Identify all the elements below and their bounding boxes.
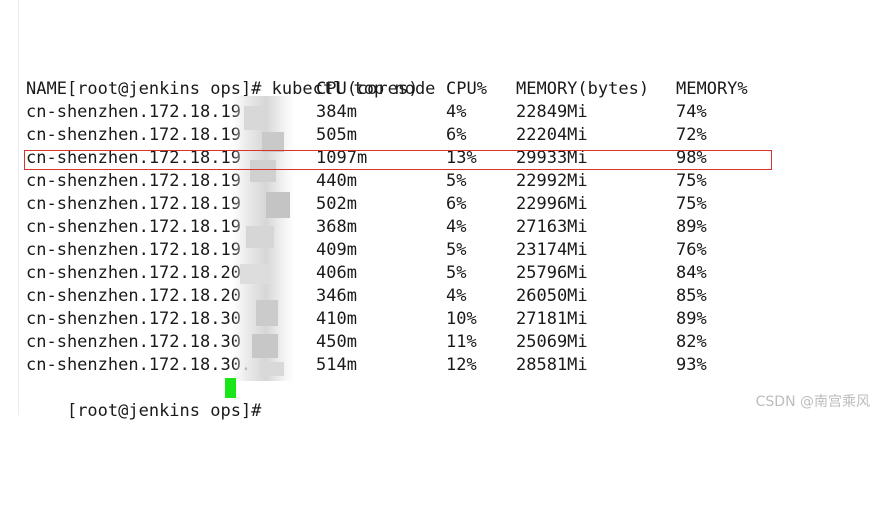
header-cpu-percent: CPU% [446, 79, 487, 99]
table-row: cn-shenzhen.172.18.19 409m 5% 23174Mi 76… [26, 239, 866, 262]
memory-bytes: 27163Mi [516, 217, 588, 237]
cpu-cores: 450m [316, 332, 357, 352]
terminal-window[interactable]: [root@jenkins ops]# kubectl top node NAM… [18, 0, 879, 421]
memory-bytes: 23174Mi [516, 240, 588, 260]
memory-bytes: 22849Mi [516, 102, 588, 122]
cpu-percent: 6% [446, 194, 467, 214]
table-row: cn-shenzhen.172.18.19 505m 6% 22204Mi 72… [26, 124, 866, 147]
memory-percent: 89% [676, 309, 707, 329]
header-cpu-cores: CPU(cores) [316, 79, 419, 99]
cpu-cores: 409m [316, 240, 357, 260]
memory-percent: 75% [676, 171, 707, 191]
header-memory-bytes: MEMORY(bytes) [516, 79, 650, 99]
cpu-percent: 4% [446, 286, 467, 306]
memory-bytes: 28581Mi [516, 355, 588, 375]
memory-bytes: 26050Mi [516, 286, 588, 306]
cpu-cores: 410m [316, 309, 357, 329]
node-name: cn-shenzhen.172.18.19 [26, 102, 241, 122]
memory-percent: 72% [676, 125, 707, 145]
memory-bytes: 27181Mi [516, 309, 588, 329]
node-name: cn-shenzhen.172.18.19 [26, 240, 241, 260]
header-memory-percent: MEMORY% [676, 79, 748, 99]
cpu-cores: 502m [316, 194, 357, 214]
table-row: cn-shenzhen.172.18.30 410m 10% 27181Mi 8… [26, 308, 866, 331]
watermark: CSDN @南宫乘风 [755, 394, 870, 410]
cpu-percent: 5% [446, 263, 467, 283]
cpu-cores: 346m [316, 286, 357, 306]
node-name: cn-shenzhen.172.18.20 [26, 263, 241, 283]
table-row: cn-shenzhen.172.18.20 346m 4% 26050Mi 85… [26, 285, 866, 308]
node-name: cn-shenzhen.172.18.30 [26, 309, 241, 329]
node-name: cn-shenzhen.172.18.19 [26, 217, 241, 237]
memory-bytes: 25069Mi [516, 332, 588, 352]
memory-percent: 84% [676, 263, 707, 283]
memory-bytes: 22204Mi [516, 125, 588, 145]
table-row: cn-shenzhen.172.18.19 502m 6% 22996Mi 75… [26, 193, 866, 216]
memory-percent: 85% [676, 286, 707, 306]
cpu-percent: 4% [446, 217, 467, 237]
cpu-percent: 4% [446, 102, 467, 122]
cpu-cores: 440m [316, 171, 357, 191]
cpu-cores: 384m [316, 102, 357, 122]
command-line: [root@jenkins ops]# kubectl top node [26, 55, 435, 99]
cpu-cores: 406m [316, 263, 357, 283]
node-name: cn-shenzhen.172.18.20 [26, 286, 241, 306]
memory-bytes: 22996Mi [516, 194, 588, 214]
table-row: cn-shenzhen.172.18.20 406m 5% 25796Mi 84… [26, 262, 866, 285]
terminal-cursor[interactable] [225, 378, 236, 398]
cpu-percent: 12% [446, 355, 477, 375]
cpu-percent: 5% [446, 240, 467, 260]
cpu-percent: 5% [446, 171, 467, 191]
node-name: cn-shenzhen.172.18.19 [26, 194, 241, 214]
table-header: NAME CPU(cores) CPU% MEMORY(bytes) MEMOR… [26, 78, 866, 101]
table-row: cn-shenzhen.172.18.19 368m 4% 27163Mi 89… [26, 216, 866, 239]
memory-percent: 82% [676, 332, 707, 352]
cpu-cores: 514m [316, 355, 357, 375]
table-row: cn-shenzhen.172.18.30 450m 11% 25069Mi 8… [26, 331, 866, 354]
node-name: cn-shenzhen.172.18.30. [26, 355, 252, 375]
node-name: cn-shenzhen.172.18.19 [26, 125, 241, 145]
table-row: cn-shenzhen.172.18.30. 514m 12% 28581Mi … [26, 354, 866, 377]
cpu-percent: 11% [446, 332, 477, 352]
memory-bytes: 22992Mi [516, 171, 588, 191]
table-row: cn-shenzhen.172.18.19 440m 5% 22992Mi 75… [26, 170, 866, 193]
cpu-cores: 505m [316, 125, 357, 145]
cpu-percent: 6% [446, 125, 467, 145]
highlight-box [24, 150, 772, 170]
memory-percent: 74% [676, 102, 707, 122]
cpu-percent: 10% [446, 309, 477, 329]
memory-bytes: 25796Mi [516, 263, 588, 283]
cpu-cores: 368m [316, 217, 357, 237]
memory-percent: 76% [676, 240, 707, 260]
memory-percent: 89% [676, 217, 707, 237]
header-name: NAME [26, 79, 67, 99]
node-name: cn-shenzhen.172.18.19 [26, 171, 241, 191]
memory-percent: 75% [676, 194, 707, 214]
redaction-blur [232, 96, 294, 381]
table-row: cn-shenzhen.172.18.19 384m 4% 22849Mi 74… [26, 101, 866, 124]
prompt-text: [root@jenkins ops]# [66, 401, 262, 421]
node-name: cn-shenzhen.172.18.30 [26, 332, 241, 352]
memory-percent: 93% [676, 355, 707, 375]
